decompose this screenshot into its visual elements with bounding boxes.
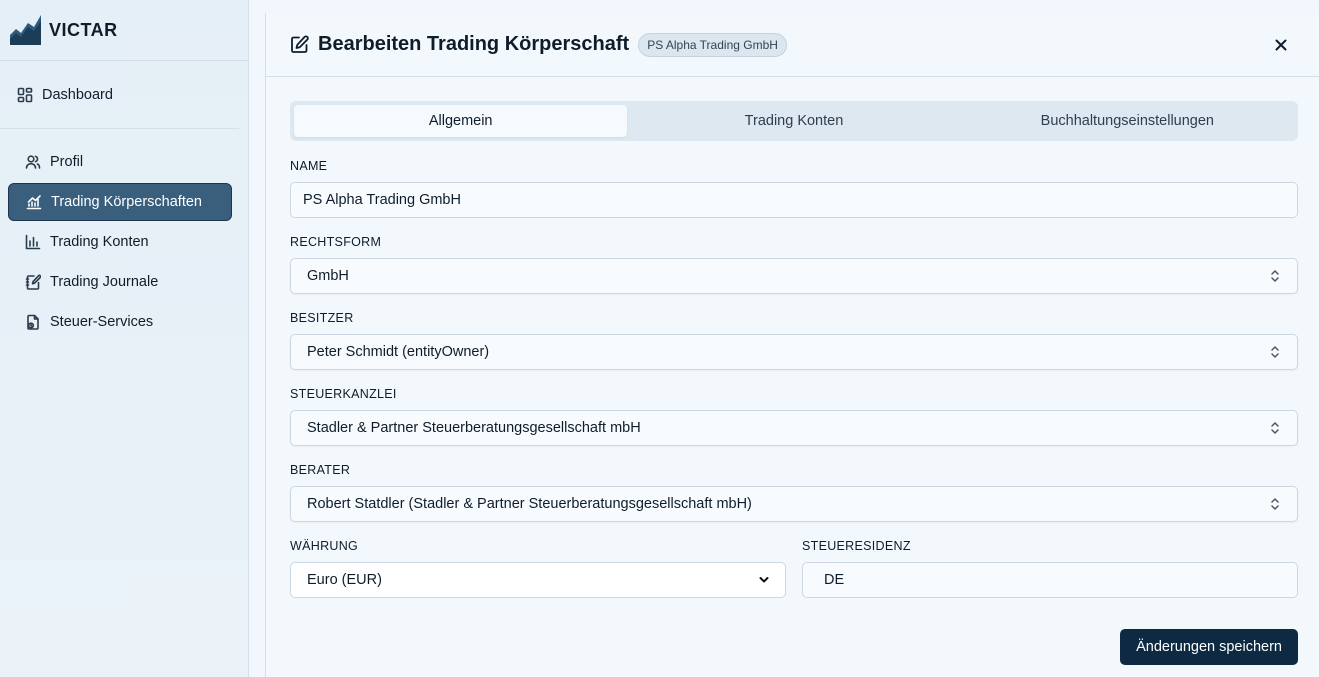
sidebar-item-trading-journale[interactable]: Trading Journale bbox=[8, 263, 232, 301]
dialog-title: Bearbeiten Trading Körperschaft bbox=[318, 33, 630, 55]
tab-bar: Allgemein Trading Konten Buchhaltungsein… bbox=[290, 101, 1298, 141]
sidebar: VICTAR Dashboard Profil Trading Körpersc… bbox=[0, 0, 249, 677]
file-tax-icon bbox=[27, 314, 39, 330]
sidebar-item-label: Trading Körperschaften bbox=[51, 194, 202, 210]
edit-dialog: Bearbeiten Trading Körperschaft PS Alpha… bbox=[265, 13, 1319, 677]
sidebar-nav: Profil Trading Körperschaften Trading Ko… bbox=[0, 129, 248, 341]
rechtsform-label: RECHTSFORM bbox=[290, 235, 382, 249]
berater-select[interactable]: Robert Statdler (Stadler & Partner Steue… bbox=[290, 486, 1298, 522]
steuerkanzlei-value: Stadler & Partner Steuerberatungsgesells… bbox=[307, 420, 641, 436]
sidebar-item-label: Dashboard bbox=[42, 86, 113, 103]
logo-icon bbox=[10, 15, 41, 45]
steuerkanzlei-label: STEUERKANZLEI bbox=[290, 387, 397, 401]
chevron-down-icon bbox=[759, 577, 769, 583]
waehrung-label: WÄHRUNG bbox=[290, 539, 359, 553]
currency-residence-row: WÄHRUNG Euro (EUR) STEUERESIDENZ DE bbox=[290, 522, 1298, 598]
besitzer-value: Peter Schmidt (entityOwner) bbox=[307, 344, 490, 360]
steuerresidenz-input[interactable]: DE bbox=[802, 562, 1298, 598]
sidebar-item-dashboard[interactable]: Dashboard bbox=[0, 61, 239, 129]
steuerresidenz-label: STEUERESIDENZ bbox=[802, 539, 911, 553]
brand-name: VICTAR bbox=[49, 19, 118, 40]
chevrons-up-down-icon bbox=[1271, 270, 1279, 282]
sidebar-item-trading-koerperschaften[interactable]: Trading Körperschaften bbox=[8, 183, 232, 221]
sidebar-item-label: Profil bbox=[50, 154, 84, 170]
waehrung-select[interactable]: Euro (EUR) bbox=[290, 562, 786, 598]
close-icon bbox=[1275, 39, 1287, 51]
sidebar-item-steuer-services[interactable]: Steuer-Services bbox=[8, 303, 232, 341]
waehrung-column: WÄHRUNG Euro (EUR) bbox=[290, 522, 786, 598]
berater-label: BERATER bbox=[290, 463, 351, 477]
save-button[interactable]: Änderungen speichern bbox=[1120, 629, 1298, 665]
sidebar-item-profil[interactable]: Profil bbox=[8, 143, 232, 181]
besitzer-label: BESITZER bbox=[290, 311, 354, 325]
dialog-content: Allgemein Trading Konten Buchhaltungsein… bbox=[266, 77, 1319, 598]
users-icon bbox=[25, 155, 41, 169]
rechtsform-select[interactable]: GmbH bbox=[290, 258, 1298, 294]
entity-badge: PS Alpha Trading GmbH bbox=[638, 32, 787, 57]
edit-icon bbox=[291, 35, 309, 53]
steuerresidenz-column: STEUERESIDENZ DE bbox=[802, 522, 1298, 598]
brand[interactable]: VICTAR bbox=[0, 0, 248, 61]
sidebar-item-label: Trading Konten bbox=[50, 234, 149, 250]
rechtsform-value: GmbH bbox=[307, 268, 349, 284]
chevrons-up-down-icon bbox=[1271, 422, 1279, 434]
steuerkanzlei-select[interactable]: Stadler & Partner Steuerberatungsgesells… bbox=[290, 410, 1298, 446]
chevrons-up-down-icon bbox=[1271, 498, 1279, 510]
sidebar-item-label: Trading Journale bbox=[50, 274, 159, 290]
chart-icon bbox=[26, 195, 42, 210]
name-input[interactable]: PS Alpha Trading GmbH bbox=[290, 182, 1298, 218]
name-label: NAME bbox=[290, 159, 328, 173]
berater-value: Robert Statdler (Stadler & Partner Steue… bbox=[307, 496, 752, 512]
chart-column-icon bbox=[25, 234, 41, 250]
dialog-header: Bearbeiten Trading Körperschaft PS Alpha… bbox=[266, 13, 1319, 77]
notebook-pen-icon bbox=[25, 274, 41, 290]
tab-allgemein[interactable]: Allgemein bbox=[294, 105, 628, 137]
chevrons-up-down-icon bbox=[1271, 346, 1279, 358]
tab-trading-konten[interactable]: Trading Konten bbox=[627, 105, 960, 137]
sidebar-item-trading-konten[interactable]: Trading Konten bbox=[8, 223, 232, 261]
close-button[interactable] bbox=[1273, 37, 1289, 53]
sidebar-item-label: Steuer-Services bbox=[50, 314, 154, 330]
tab-buchhaltungseinstellungen[interactable]: Buchhaltungseinstellungen bbox=[961, 105, 1294, 137]
waehrung-value: Euro (EUR) bbox=[307, 572, 382, 588]
dashboard-icon bbox=[17, 87, 33, 102]
besitzer-select[interactable]: Peter Schmidt (entityOwner) bbox=[290, 334, 1298, 370]
